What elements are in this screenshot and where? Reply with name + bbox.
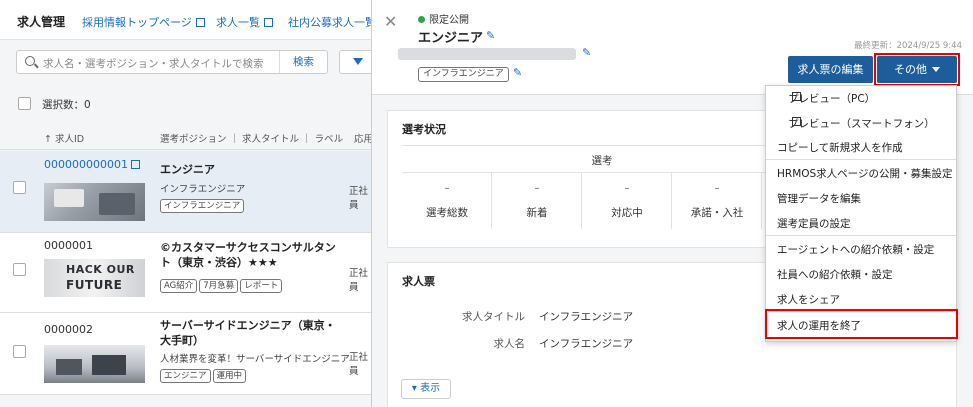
table-row[interactable]: 0000001 HACK OUR FUTURE ©カスタマーサクセスコンサルタン… — [0, 233, 374, 313]
row-checkbox[interactable] — [13, 345, 26, 358]
edit-name-pencil-icon[interactable]: ✎ — [486, 29, 495, 42]
status-dot-icon — [418, 16, 425, 23]
label-tag: エンジニア — [160, 369, 211, 383]
close-icon[interactable]: ✕ — [384, 12, 397, 31]
job-id: 0000002 — [44, 323, 93, 336]
select-all-checkbox[interactable] — [18, 97, 31, 110]
label-tag: レポート — [240, 279, 283, 293]
label-tag: インフラエンジニア — [160, 199, 245, 213]
show-more-button[interactable]: ▾ 表示 — [401, 379, 451, 399]
job-id-link[interactable]: 000000000001 — [44, 158, 141, 171]
table-row[interactable]: 0000002 サーバーサイドエンジニア（東京・大手町） 人材業界を変革！サーバ… — [0, 313, 374, 395]
top-nav: 求人管理 採用情報トップページ 求人一覧 社内公募求人一覧 — [0, 0, 374, 40]
selection-count: 選択数：0 — [42, 99, 91, 111]
nav-link-job-list[interactable]: 求人一覧 — [216, 14, 273, 30]
external-link-icon — [264, 18, 273, 27]
external-link-icon — [131, 160, 141, 169]
job-tags: AG紹介 7月急募 レポート — [160, 278, 284, 293]
label-tag: 7月急募 — [199, 279, 239, 293]
job-title: ©カスタマーサクセスコンサルタント（東京・渋谷）★★★ — [160, 241, 336, 269]
nav-link-internal-list[interactable]: 社内公募求人一覧 — [288, 14, 374, 30]
search-input[interactable]: 求人名・選考ポジション・求人タイトルで検索 検索 — [16, 50, 328, 74]
filter-button[interactable] — [339, 50, 374, 74]
filter-icon — [353, 58, 363, 65]
external-link-icon — [792, 117, 801, 126]
redacted-text — [398, 48, 576, 60]
search-icon — [25, 56, 35, 66]
selection-bar: 選択数：0 — [0, 88, 374, 120]
stat-in-progress[interactable]: – 対応中 — [582, 173, 672, 229]
nav-link-top-page[interactable]: 採用情報トップページ — [82, 14, 205, 30]
sort-by-id[interactable]: ↑ 求人ID — [44, 131, 84, 145]
highlight-box-end-operation — [765, 309, 958, 339]
thumb-line-1: HACK OUR — [66, 263, 135, 276]
menu-divider — [766, 235, 956, 236]
row-checkbox[interactable] — [13, 263, 26, 276]
more-dropdown-menu: プレビュー（PC） プレビュー（スマートフォン） コピーして新規求人を作成 HR… — [765, 85, 957, 342]
edit-tag-pencil-icon[interactable]: ✎ — [513, 66, 522, 79]
page-title: 求人管理 — [17, 15, 66, 29]
search-button[interactable]: 検索 — [279, 51, 327, 73]
search-placeholder: 求人名・選考ポジション・求人タイトルで検索 — [43, 58, 264, 70]
job-thumbnail — [44, 345, 145, 383]
label-tag: 運用中 — [212, 369, 247, 383]
highlight-box-more — [874, 53, 960, 86]
external-link-icon — [792, 92, 801, 101]
job-tags: インフラエンジニア — [160, 198, 246, 213]
visibility-status: 限定公開 — [418, 11, 469, 26]
job-subtitle: 人材業界を変革！サーバーサイドエンジニア — [160, 354, 350, 365]
edit-pencil-icon[interactable]: ✎ — [582, 46, 591, 59]
external-link-icon — [195, 18, 205, 27]
table-row[interactable]: 000000000001 エンジニア インフラエンジニア インフラエンジニア 正… — [0, 151, 374, 233]
position-tag: インフラエンジニア — [418, 67, 509, 82]
job-id: 0000001 — [44, 239, 93, 252]
job-name: エンジニア — [418, 31, 484, 46]
column-position: 選考ポジション ｜ 求人タイトル ｜ ラベル — [160, 134, 344, 145]
selection-status-title: 選考状況 — [402, 123, 446, 136]
job-title: サーバーサイドエンジニア（東京・大手町） — [160, 319, 336, 347]
last-updated: 最終更新：2024/9/25 9:44 — [854, 41, 962, 51]
menu-divider — [766, 159, 956, 160]
column-header: ↑ 求人ID 選考ポジション ｜ 求人タイトル ｜ ラベル 応用 — [0, 124, 374, 150]
edit-jobsheet-button[interactable]: 求人票の編集 — [788, 56, 873, 83]
job-title: エンジニア — [160, 163, 215, 176]
job-subtitle: インフラエンジニア — [160, 184, 246, 195]
stat-new[interactable]: – 新着 — [492, 173, 582, 229]
jobsheet-title: 求人票 — [402, 275, 435, 288]
stat-total[interactable]: – 選考総数 — [402, 173, 492, 229]
row-checkbox[interactable] — [13, 181, 26, 194]
job-list-page: 求人管理 採用情報トップページ 求人一覧 社内公募求人一覧 求人名・選考ポジショ… — [0, 0, 375, 407]
job-thumbnail: HACK OUR FUTURE — [44, 259, 145, 297]
label-tag: AG紹介 — [160, 279, 198, 293]
job-tags: エンジニア 運用中 — [160, 368, 248, 383]
job-thumbnail — [44, 183, 145, 221]
stat-accepted[interactable]: – 承諾・入社 — [672, 173, 762, 229]
thumb-line-2: FUTURE — [66, 278, 123, 292]
